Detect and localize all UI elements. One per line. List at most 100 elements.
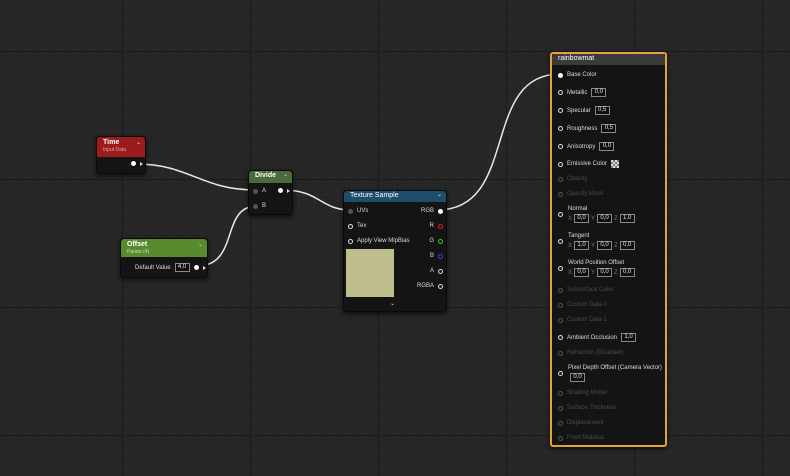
default-value-label: Default Value (135, 264, 171, 271)
normal-x-field[interactable]: 0,0 (574, 214, 590, 223)
offset-node-header[interactable]: Offset Param (4) ⌄ (121, 239, 207, 257)
specular-pin[interactable] (558, 108, 563, 113)
offset-node-subtitle: Param (4) (127, 249, 150, 255)
time-node-subtitle: Input Data (103, 147, 127, 153)
offset-node[interactable]: Offset Param (4) ⌄ Default Value 4,0 (120, 238, 208, 278)
pdo-value-field[interactable]: 0,0 (570, 373, 585, 382)
surface-thickness-pin[interactable] (558, 405, 563, 411)
a-output-pin[interactable] (438, 268, 443, 274)
arrow-icon (202, 265, 206, 270)
opacity-mask-pin[interactable] (558, 191, 563, 197)
time-node-header[interactable]: Time Input Data ⌄ (97, 137, 145, 157)
divide-input-a-label: A (262, 188, 267, 194)
wpo-z-axis: Z (614, 269, 618, 276)
arrow-icon (140, 161, 143, 166)
arrow-icon (287, 188, 290, 193)
tangent-z-field[interactable]: 0,0 (619, 241, 635, 250)
emissive-color-pin[interactable] (558, 161, 563, 167)
uvs-input-label: UVs (357, 208, 369, 214)
wpo-y-field[interactable]: 0,0 (597, 268, 613, 277)
front-material-label: Front Material (567, 435, 605, 441)
roughness-value-field[interactable]: 0,5 (601, 124, 617, 133)
divide-input-a-pin[interactable] (253, 188, 258, 194)
rgb-output-pin[interactable] (438, 208, 443, 214)
r-output-label: R (429, 223, 434, 229)
pdo-label: Pixel Depth Offset (Camera Vector) (568, 365, 662, 371)
chevron-down-icon[interactable]: ⌄ (136, 139, 141, 146)
custom1-pin[interactable] (558, 317, 563, 323)
g-output-pin[interactable] (438, 238, 443, 244)
specular-value-field[interactable]: 0,5 (594, 106, 610, 115)
refraction-pin[interactable] (558, 350, 563, 356)
time-output-pin[interactable] (131, 161, 136, 166)
metallic-label: Metallic (567, 89, 588, 96)
pdo-pin[interactable] (558, 371, 563, 376)
texture-sample-header[interactable]: Texture Sample ⌄ (344, 191, 446, 202)
tex-input-label: Tex (357, 223, 367, 229)
base-color-label: Base Color (567, 72, 597, 78)
material-node-header[interactable]: rainbowmat (552, 54, 665, 65)
tex-input-pin[interactable] (348, 223, 353, 229)
r-output-pin[interactable] (438, 223, 443, 229)
ambient-occlusion-pin[interactable] (558, 335, 563, 340)
material-node-title: rainbowmat (558, 55, 595, 62)
normal-pin[interactable] (558, 212, 563, 217)
wpo-x-axis: X (568, 269, 573, 276)
metallic-value-field[interactable]: 0,0 (591, 88, 607, 97)
wpo-z-field[interactable]: 0,0 (619, 268, 635, 277)
expand-chevron-icon[interactable]: ⌄ (390, 300, 395, 307)
material-node[interactable]: rainbowmat Base Color Metallic 0,0 Specu… (550, 52, 667, 447)
shading-model-pin[interactable] (558, 390, 563, 396)
chevron-down-icon[interactable]: ⌄ (198, 241, 203, 248)
chevron-down-icon[interactable]: ⌄ (283, 171, 288, 178)
tangent-pin[interactable] (558, 239, 563, 244)
anisotropy-pin[interactable] (558, 144, 563, 149)
color-swatch-icon[interactable] (611, 160, 620, 168)
displacement-label: Displacement (567, 420, 604, 426)
rgba-output-label: RGBA (416, 283, 434, 289)
opacity-pin[interactable] (558, 176, 563, 182)
displacement-pin[interactable] (558, 420, 563, 426)
wpo-x-field[interactable]: 0,0 (574, 268, 590, 277)
mipbias-input-pin[interactable] (348, 238, 353, 244)
texture-sample-node[interactable]: Texture Sample ⌄ UVs Tex Apply View MipB… (343, 190, 447, 312)
emissive-color-label: Emissive Color (567, 161, 608, 167)
ambient-occlusion-field[interactable]: 1,0 (621, 333, 637, 342)
front-material-pin[interactable] (558, 435, 563, 441)
a-output-label: A (429, 268, 434, 274)
custom0-pin[interactable] (558, 302, 563, 308)
subsurface-pin[interactable] (558, 287, 563, 293)
roughness-pin[interactable] (558, 126, 563, 131)
divide-output-pin[interactable] (278, 188, 283, 193)
chevron-down-icon[interactable]: ⌄ (437, 191, 442, 198)
wpo-label: World Position Offset (568, 260, 625, 266)
tangent-x-field[interactable]: 1,0 (574, 241, 590, 250)
mipbias-input-label: Apply View MipBias (357, 238, 410, 244)
divide-node[interactable]: Divide ⌄ A B (248, 170, 293, 215)
time-node[interactable]: Time Input Data ⌄ (96, 136, 146, 174)
metallic-pin[interactable] (558, 90, 563, 95)
wpo-pin[interactable] (558, 266, 563, 271)
wpo-y-axis: Y (591, 269, 596, 276)
normal-y-field[interactable]: 0,0 (597, 214, 613, 223)
g-output-label: G (429, 238, 434, 244)
divide-input-b-pin[interactable] (253, 203, 258, 209)
divide-input-b-label: B (262, 203, 267, 209)
normal-z-field[interactable]: 1,0 (619, 214, 635, 223)
b-output-pin[interactable] (438, 253, 443, 259)
anisotropy-value-field[interactable]: 0,0 (599, 142, 615, 151)
anisotropy-label: Anisotropy (567, 143, 596, 150)
tangent-y-field[interactable]: 0,0 (597, 241, 613, 250)
rgba-output-pin[interactable] (438, 283, 443, 289)
normal-z-axis: Z (614, 215, 618, 222)
default-value-field[interactable]: 4,0 (174, 263, 190, 272)
base-color-pin[interactable] (558, 72, 563, 78)
shading-model-label: Shading Model (567, 390, 608, 396)
uvs-input-pin[interactable] (348, 208, 353, 214)
tangent-y-axis: Y (591, 242, 596, 249)
offset-output-pin[interactable] (193, 265, 199, 270)
texture-sample-title: Texture Sample (350, 192, 399, 199)
divide-node-header[interactable]: Divide ⌄ (249, 171, 292, 183)
roughness-label: Roughness (567, 125, 598, 132)
opacity-label: Opacity (567, 176, 588, 182)
